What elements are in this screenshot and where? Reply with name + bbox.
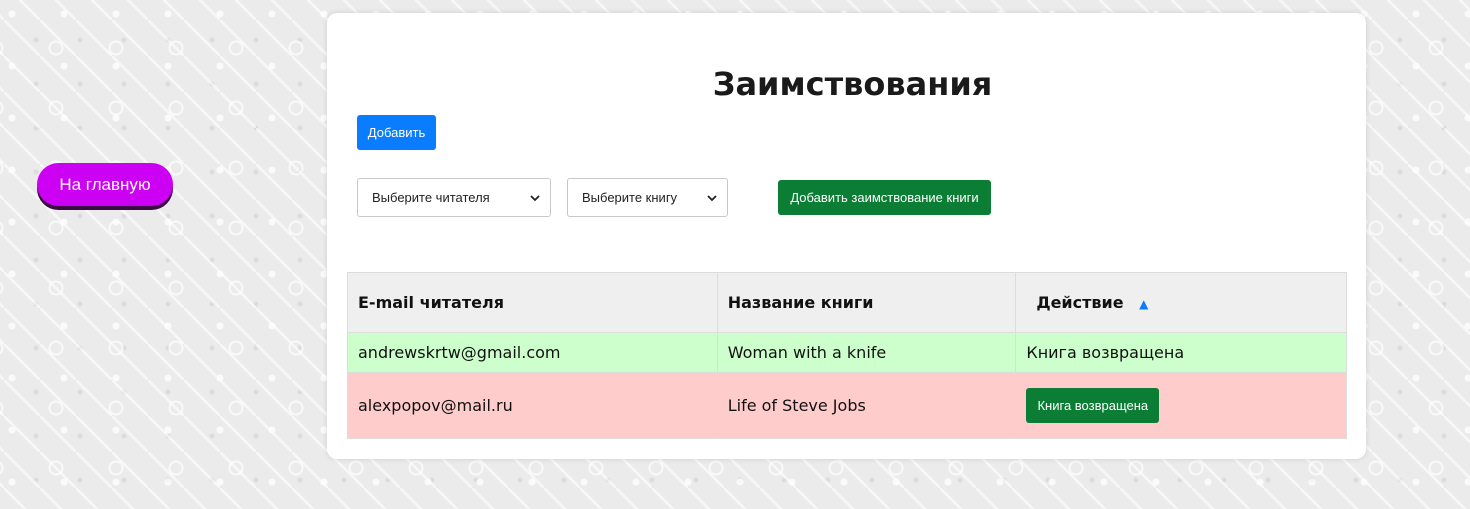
- header-action[interactable]: Действие ▲: [1015, 272, 1347, 333]
- cell-action: Книга возвращена: [1015, 372, 1347, 439]
- sort-ascending-icon[interactable]: ▲: [1139, 297, 1148, 311]
- table-row: andrewskrtw@gmail.com Woman with a knife…: [347, 332, 1347, 373]
- header-book-title[interactable]: Название книги: [716, 272, 1017, 333]
- borrowings-card: Заимствования Добавить Выберите читателя…: [327, 13, 1366, 459]
- page-title: Заимствования: [712, 65, 993, 103]
- add-borrowing-button[interactable]: Добавить заимствование книги: [778, 180, 991, 215]
- cell-email: alexpopov@mail.ru: [347, 372, 718, 439]
- cell-book-title: Life of Steve Jobs: [716, 372, 1017, 439]
- reader-select[interactable]: Выберите читателя: [357, 178, 551, 217]
- table-row: alexpopov@mail.ru Life of Steve Jobs Кни…: [347, 372, 1347, 439]
- borrowings-table: E-mail читателя Название книги Действие …: [347, 272, 1347, 439]
- add-button[interactable]: Добавить: [357, 115, 436, 150]
- chevron-down-icon: [530, 194, 540, 201]
- book-select[interactable]: Выберите книгу: [567, 178, 728, 217]
- header-email[interactable]: E-mail читателя: [347, 272, 718, 333]
- book-select-value: Выберите книгу: [582, 190, 678, 205]
- book-returned-button[interactable]: Книга возвращена: [1026, 388, 1160, 423]
- cell-book-title: Woman with a knife: [716, 332, 1017, 373]
- chevron-down-icon: [707, 194, 717, 201]
- home-button[interactable]: На главную: [37, 163, 173, 206]
- cell-action-status: Книга возвращена: [1015, 332, 1347, 373]
- cell-email: andrewskrtw@gmail.com: [347, 332, 718, 373]
- header-action-label: Действие: [1036, 293, 1124, 312]
- reader-select-value: Выберите читателя: [372, 190, 490, 205]
- table-header-row: E-mail читателя Название книги Действие …: [347, 272, 1347, 333]
